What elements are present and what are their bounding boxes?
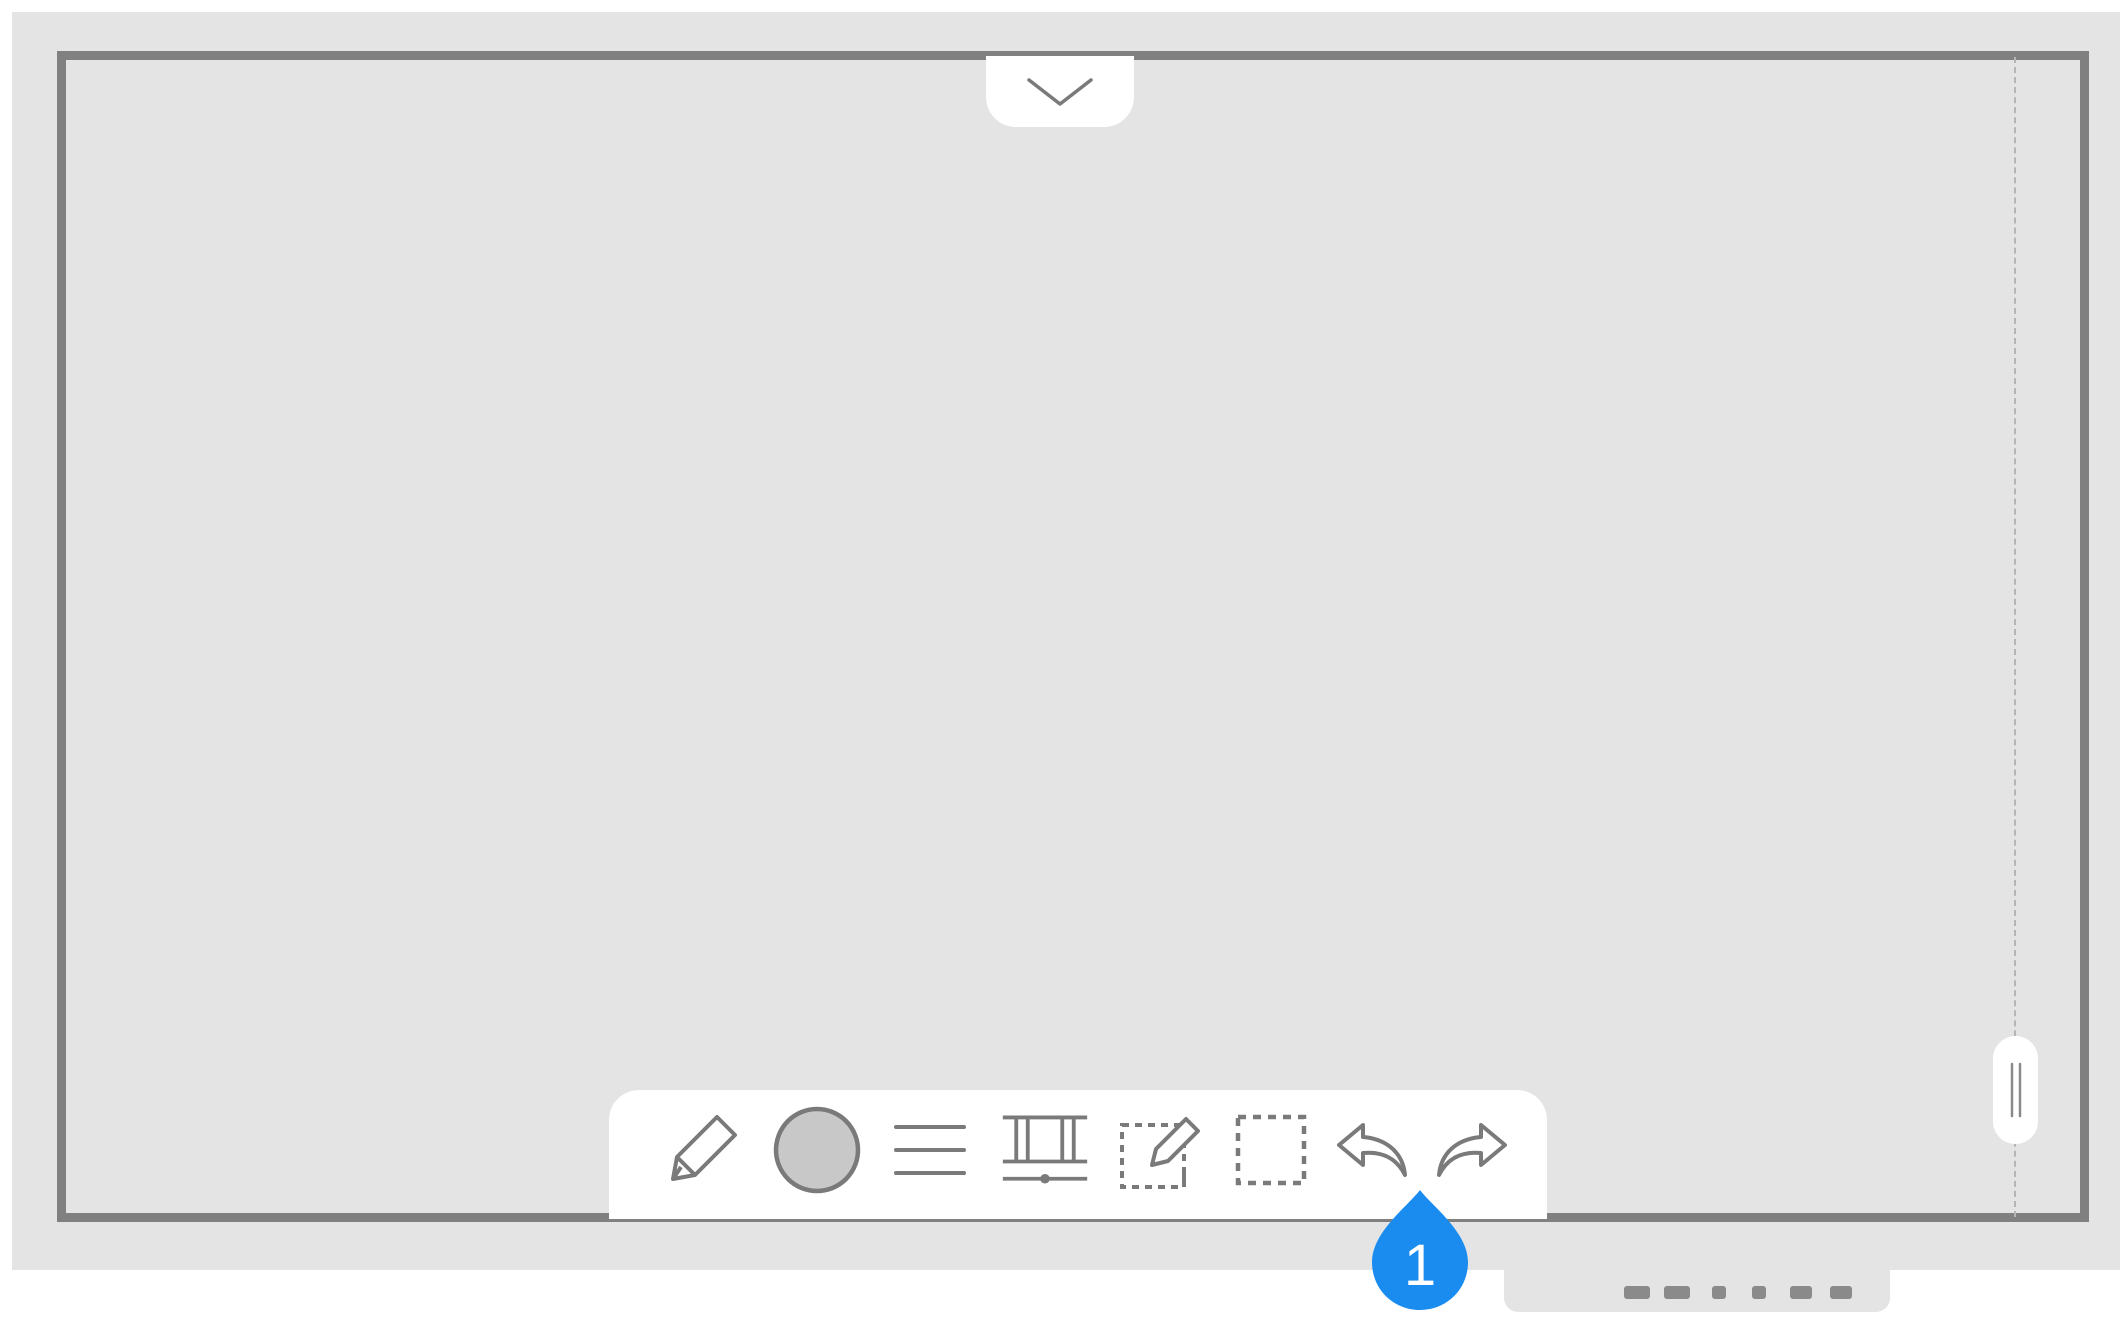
- menu-lines-icon: [894, 1125, 966, 1175]
- dashed-select-icon: [1235, 1114, 1307, 1186]
- color-circle-icon: [773, 1106, 861, 1194]
- resize-frame-icon: [1002, 1115, 1088, 1184]
- callout-number: 1: [1403, 1233, 1437, 1298]
- undo-icon: [1337, 1123, 1407, 1177]
- callout-marker: 1: [1370, 1186, 1470, 1312]
- bottom-dock[interactable]: [1504, 1270, 1890, 1312]
- collapse-tab[interactable]: [986, 56, 1134, 127]
- undo-button[interactable]: [1327, 1104, 1419, 1196]
- whiteboard-canvas[interactable]: [57, 51, 2089, 1222]
- menu-button[interactable]: [884, 1104, 976, 1196]
- edit-selection-button[interactable]: [1113, 1104, 1205, 1196]
- redo-icon: [1437, 1123, 1507, 1177]
- color-picker-button[interactable]: [771, 1104, 863, 1196]
- edit-selection-icon: [1120, 1117, 1200, 1189]
- side-scroll-handle[interactable]: [1993, 1036, 2038, 1144]
- select-tool-button[interactable]: [1225, 1104, 1317, 1196]
- resize-tool-button[interactable]: [999, 1104, 1091, 1196]
- chevron-down-icon: [1027, 77, 1093, 106]
- drag-handle-icon: [2010, 1062, 2021, 1118]
- pen-tool-button[interactable]: [656, 1104, 748, 1196]
- redo-button[interactable]: [1425, 1104, 1517, 1196]
- pencil-icon: [671, 1115, 737, 1181]
